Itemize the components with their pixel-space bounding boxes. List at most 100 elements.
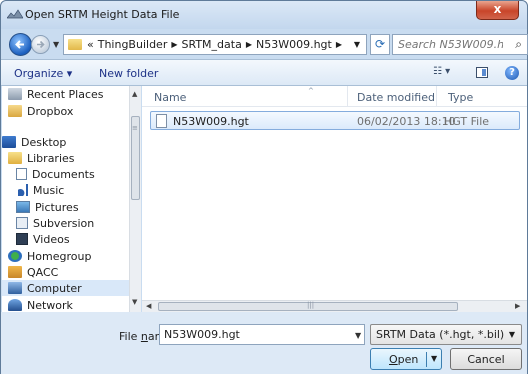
arrow-left-icon: [15, 40, 24, 49]
desktop-icon: [2, 136, 16, 148]
file-type-filter-value: SRTM Data (*.hgt, *.bil): [376, 328, 505, 341]
libraries-icon: [8, 152, 22, 164]
nav-item-label: Libraries: [27, 151, 75, 165]
nav-item-label: QACC: [27, 265, 59, 279]
nav-item-label: Pictures: [35, 200, 79, 214]
breadcrumb-item[interactable]: ThingBuilder: [98, 38, 168, 51]
back-button[interactable]: [9, 33, 32, 56]
forward-button[interactable]: [31, 35, 50, 54]
column-divider[interactable]: [347, 86, 348, 107]
cancel-button[interactable]: Cancel: [450, 348, 522, 370]
nav-item-label: Network: [27, 298, 73, 312]
open-file-dialog: Open SRTM Height Data File x ▼ « ThingBu…: [0, 0, 528, 374]
nav-item-qacc[interactable]: QACC: [2, 264, 129, 280]
chevron-right-icon[interactable]: ▶: [246, 40, 252, 49]
breadcrumb[interactable]: « ThingBuilder ▶ SRTM_data ▶ N53W009.hgt…: [63, 34, 367, 55]
nav-item-label: Music: [33, 183, 65, 197]
scroll-down-icon[interactable]: ▼: [132, 298, 137, 306]
search-icon[interactable]: ⌕: [515, 37, 522, 52]
pictures-icon: [16, 201, 30, 213]
dropbox-icon: [8, 105, 22, 117]
refresh-button[interactable]: ⟳: [370, 34, 390, 55]
column-header-name[interactable]: Name: [154, 91, 186, 104]
chevron-right-icon[interactable]: ▶: [171, 40, 177, 49]
nav-item-music[interactable]: Music: [2, 182, 129, 198]
nav-item-desktop[interactable]: Desktop: [2, 134, 129, 150]
open-button-label: Open: [389, 353, 419, 366]
new-folder-button[interactable]: New folder: [99, 67, 158, 80]
open-options-dropdown-icon[interactable]: ▼: [431, 354, 437, 363]
file-name: N53W009.hgt: [173, 115, 249, 128]
nav-item-label: Computer: [27, 281, 82, 295]
address-row: ▼ « ThingBuilder ▶ SRTM_data ▶ N53W009.h…: [1, 29, 528, 59]
organize-button[interactable]: Organize ▾: [14, 67, 72, 80]
file-icon: [156, 114, 167, 128]
nav-item-label: Homegroup: [27, 249, 92, 263]
recent-places-icon: [8, 88, 22, 100]
recent-locations-dropdown[interactable]: ▼: [53, 40, 59, 49]
nav-item-label: Documents: [32, 167, 95, 181]
breadcrumb-item[interactable]: SRTM_data: [182, 38, 242, 51]
column-header-row: Name ^ Date modified Type: [142, 86, 527, 107]
search-input[interactable]: [393, 35, 503, 54]
sort-ascending-icon: ^: [308, 87, 314, 95]
column-header-type[interactable]: Type: [448, 91, 473, 104]
homegroup-icon: [8, 250, 22, 262]
nav-item-pictures[interactable]: Pictures: [2, 199, 129, 215]
nav-item-label: Recent Places: [27, 87, 104, 101]
split-divider: [426, 352, 427, 367]
nav-item-subversion[interactable]: Subversion: [2, 215, 129, 231]
nav-item-dropbox[interactable]: Dropbox: [2, 103, 129, 119]
nav-item-homegroup[interactable]: Homegroup: [2, 248, 129, 264]
file-date-modified: 06/02/2013 18:10: [357, 115, 456, 128]
preview-pane-icon[interactable]: [476, 67, 488, 78]
search-box[interactable]: ⌕: [392, 34, 528, 55]
refresh-icon: ⟳: [374, 37, 386, 51]
nav-item-computer[interactable]: Computer: [2, 280, 129, 296]
title-bar: Open SRTM Height Data File x: [1, 1, 527, 29]
open-button[interactable]: Open ▼: [370, 348, 442, 370]
file-name-input[interactable]: [159, 324, 365, 345]
column-header-date-modified[interactable]: Date modified: [357, 91, 435, 104]
scroll-left-icon[interactable]: ◀: [146, 302, 151, 310]
network-icon: [8, 299, 22, 311]
nav-item-label: Subversion: [33, 216, 95, 230]
close-button[interactable]: x: [476, 1, 519, 20]
scroll-up-icon[interactable]: ▲: [132, 90, 137, 98]
folder-icon: [68, 39, 82, 50]
chevron-right-icon[interactable]: ▶: [336, 40, 342, 49]
qacc-icon: [8, 266, 22, 278]
file-type-filter[interactable]: SRTM Data (*.hgt, *.bil) ▼: [370, 324, 522, 345]
file-list-scrollbar[interactable]: ◀ ||| ▶: [142, 300, 527, 312]
nav-pane-scrollbar[interactable]: ▲ ≡ ▼: [129, 86, 141, 312]
app-icon: [7, 9, 23, 19]
change-view-button[interactable]: ☷ ▾: [433, 66, 461, 81]
dialog-footer: File name: ▼ SRTM Data (*.hgt, *.bil) ▼ …: [1, 312, 527, 374]
nav-item-documents[interactable]: Documents: [2, 166, 129, 182]
music-icon: [18, 184, 28, 196]
help-icon[interactable]: ?: [505, 66, 519, 80]
chevron-down-icon: ▼: [508, 330, 515, 339]
nav-item-recent-places[interactable]: Recent Places: [2, 86, 129, 102]
breadcrumb-overflow[interactable]: «: [87, 38, 94, 51]
nav-item-network[interactable]: Network: [2, 297, 129, 312]
nav-item-videos[interactable]: Videos: [2, 231, 129, 247]
documents-icon: [16, 168, 27, 180]
file-name-dropdown-icon[interactable]: ▼: [355, 331, 361, 340]
subversion-icon: [16, 217, 28, 229]
arrow-right-icon: [37, 40, 45, 49]
videos-icon: [16, 233, 28, 245]
window-title: Open SRTM Height Data File: [25, 8, 180, 21]
nav-item-libraries[interactable]: Libraries: [2, 150, 129, 166]
file-list: Name ^ Date modified Type N53W009.hgt 06…: [142, 86, 527, 300]
file-row[interactable]: N53W009.hgt 06/02/2013 18:10 HGT File: [150, 111, 520, 130]
nav-item-label: Dropbox: [27, 104, 74, 118]
scroll-right-icon[interactable]: ▶: [515, 302, 520, 310]
nav-item-label: Videos: [33, 232, 70, 246]
command-toolbar: Organize ▾ New folder ☷ ▾ ?: [1, 59, 527, 86]
address-dropdown-icon[interactable]: ▼: [354, 40, 360, 49]
breadcrumb-item[interactable]: N53W009.hgt: [256, 38, 332, 51]
computer-icon: [8, 282, 22, 294]
grip-icon: |||: [307, 301, 315, 309]
column-divider[interactable]: [436, 86, 437, 107]
